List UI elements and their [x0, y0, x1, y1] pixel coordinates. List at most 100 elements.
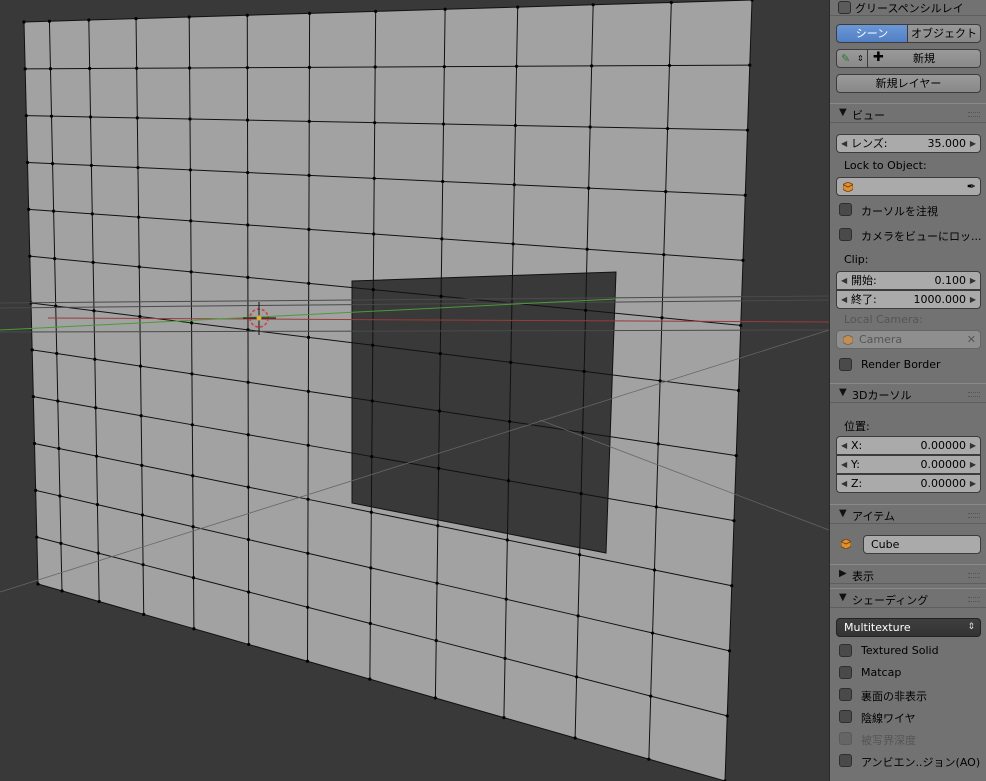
mesh-vertex: [191, 525, 195, 529]
mesh-vertex: [669, 0, 673, 5]
mesh-vertex: [369, 566, 373, 570]
grease-pencil-checkbox[interactable]: [838, 1, 851, 14]
new-layer-button[interactable]: 新規レイヤー: [836, 74, 981, 93]
mesh-vertex: [513, 123, 518, 128]
depth-of-field-label: 被写界深度: [861, 734, 916, 747]
mesh-vertex: [651, 631, 655, 635]
decrement-arrow-icon[interactable]: ◀: [841, 437, 847, 454]
ambient-occlusion-checkbox[interactable]: [839, 754, 852, 767]
display-panel-header[interactable]: ▶ 表示: [830, 564, 986, 584]
decrement-arrow-icon[interactable]: ◀: [841, 135, 847, 152]
object-name-field[interactable]: Cube: [863, 535, 981, 554]
cursor3d-panel-header[interactable]: ▼ 3Dカーソル: [830, 383, 986, 403]
drag-grip-icon[interactable]: [968, 597, 980, 602]
viewport-canvas[interactable]: [0, 0, 829, 781]
decrement-arrow-icon[interactable]: ◀: [841, 291, 847, 308]
view-panel-header[interactable]: ▼ ビュー: [830, 103, 986, 123]
drag-grip-icon[interactable]: [968, 513, 980, 518]
tab-object[interactable]: オブジェクト: [907, 24, 981, 43]
clip-start-value: 0.100: [934, 274, 967, 287]
mesh-vertex: [434, 638, 438, 643]
textured-solid-checkbox[interactable]: [839, 644, 852, 657]
drag-grip-icon[interactable]: [968, 392, 980, 397]
local-camera-field[interactable]: Camera ✕: [836, 330, 981, 349]
mesh-vertex: [92, 309, 96, 313]
cursor-x-field[interactable]: ◀ X: 0.00000 ▶: [836, 436, 981, 455]
mesh-vertex: [134, 17, 138, 21]
tab-scene[interactable]: シーン: [836, 24, 908, 43]
shading-mode-dropdown[interactable]: Multitexture ⇕: [836, 618, 981, 637]
lens-value: 35.000: [927, 137, 967, 150]
mesh-vertex: [372, 176, 376, 180]
mesh-vertex: [23, 67, 27, 71]
mesh-vertex: [442, 65, 446, 69]
lock-object-field[interactable]: ✒: [836, 177, 981, 196]
clip-start-field[interactable]: ◀ 開始: 0.100 ▶: [836, 271, 981, 290]
drag-grip-icon[interactable]: [968, 112, 980, 117]
mesh-vertex: [508, 419, 512, 424]
mesh-vertex: [667, 63, 672, 68]
item-panel-header[interactable]: ▼ アイテム: [830, 504, 986, 524]
increment-arrow-icon[interactable]: ▶: [970, 291, 976, 308]
3d-viewport[interactable]: [0, 0, 829, 781]
matcap-checkbox[interactable]: [839, 666, 852, 679]
shading-mode-value: Multitexture: [844, 621, 911, 634]
mesh-vertex: [307, 281, 311, 285]
decrement-arrow-icon[interactable]: ◀: [841, 456, 847, 473]
clear-x-icon[interactable]: ✕: [967, 331, 976, 348]
cursor-z-label: Z:: [851, 477, 863, 490]
mesh-vertex: [588, 125, 592, 129]
mesh-vertex: [654, 505, 658, 509]
increment-arrow-icon[interactable]: ▶: [970, 272, 976, 289]
eyedropper-icon[interactable]: ✒: [967, 178, 976, 195]
plus-icon: ✚: [873, 50, 884, 65]
mesh-vertex: [189, 270, 193, 274]
lock-camera-checkbox[interactable]: [839, 228, 852, 241]
mesh-vertex: [190, 372, 194, 376]
item-panel-title: アイテム: [852, 510, 895, 523]
lock-cursor-checkbox[interactable]: [839, 203, 852, 216]
mesh-vertex: [142, 612, 146, 616]
increment-arrow-icon[interactable]: ▶: [970, 135, 976, 152]
mesh-vertex: [741, 258, 745, 262]
expand-triangle-icon: ▶: [839, 568, 847, 579]
mesh-vertex: [245, 13, 249, 17]
backface-culling-checkbox[interactable]: [839, 688, 852, 701]
mesh-vertex: [732, 519, 736, 523]
render-border-checkbox[interactable]: [839, 358, 852, 371]
mesh-vertex: [307, 173, 311, 177]
mesh-vertex: [306, 551, 310, 555]
mesh-vertex: [96, 551, 100, 555]
mesh-vertex: [246, 485, 250, 489]
shading-panel-header[interactable]: ▼ シェーディング: [830, 588, 986, 608]
hidden-wire-checkbox[interactable]: [839, 710, 852, 723]
mesh-vertex: [371, 288, 375, 292]
pencil-browse-button[interactable]: ✎ ⇕: [836, 49, 868, 68]
increment-arrow-icon[interactable]: ▶: [970, 475, 976, 492]
mesh-vertex: [31, 395, 35, 399]
decrement-arrow-icon[interactable]: ◀: [841, 475, 847, 492]
lock-camera-label: カメラをビューにロッ...: [861, 230, 982, 243]
mesh-vertex: [743, 193, 747, 197]
lens-field[interactable]: ◀ レンズ: 35.000 ▶: [836, 134, 981, 153]
mesh-vertex: [374, 9, 378, 13]
depth-of-field-checkbox[interactable]: [839, 732, 852, 745]
shading-panel-title: シェーディング: [852, 594, 929, 607]
mesh-vertex: [192, 627, 196, 631]
decrement-arrow-icon[interactable]: ◀: [841, 272, 847, 289]
mesh-vertex: [32, 441, 37, 446]
cursor-y-label: Y:: [851, 458, 860, 471]
mesh-vertex: [582, 369, 586, 374]
increment-arrow-icon[interactable]: ▶: [970, 456, 976, 473]
mesh-vertex: [35, 535, 39, 539]
increment-arrow-icon[interactable]: ▶: [970, 437, 976, 454]
cursor-y-field[interactable]: ◀ Y: 0.00000 ▶: [836, 455, 981, 474]
mesh-vertex: [246, 537, 251, 542]
new-gpencil-button[interactable]: ✚ 新規: [867, 49, 981, 68]
mesh-vertex: [191, 576, 196, 580]
cursor-z-field[interactable]: ◀ Z: 0.00000 ▶: [836, 474, 981, 493]
drag-grip-icon[interactable]: [968, 573, 980, 578]
clip-end-field[interactable]: ◀ 終了: 1000.000 ▶: [836, 290, 981, 309]
grease-pencil-panel-header[interactable]: グリースペンシルレイ: [830, 0, 986, 16]
mesh-vertex: [575, 675, 579, 679]
